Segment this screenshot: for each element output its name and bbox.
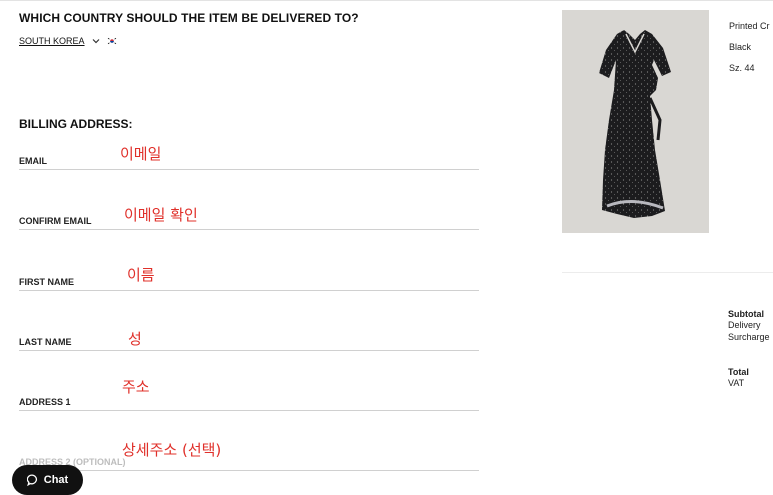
korea-flag-icon <box>106 37 117 45</box>
address1-annotation: 주소 <box>122 378 150 396</box>
vat-label: VAT <box>728 378 745 388</box>
country-selector[interactable]: SOUTH KOREA <box>19 36 117 46</box>
chat-button[interactable]: Chat <box>12 465 83 495</box>
dress-icon <box>599 30 671 218</box>
product-size: Sz. 44 <box>729 63 755 73</box>
chat-label: Chat <box>43 474 69 486</box>
product-color: Black <box>729 42 752 52</box>
confirm-email-annotation: 이메일 확인 <box>124 206 198 224</box>
address2-field[interactable]: ADDRESS 2 (OPTIONAL) <box>19 438 479 471</box>
total-label: Total <box>728 367 749 377</box>
address1-field[interactable]: ADDRESS 1 <box>19 378 479 411</box>
product-name: Printed Cr <box>729 21 770 31</box>
subtotal-label: Subtotal <box>728 309 764 319</box>
country-question: WHICH COUNTRY SHOULD THE ITEM BE DELIVER… <box>19 11 359 25</box>
last-name-field[interactable]: LAST NAME <box>19 318 479 351</box>
surcharge-label: Surcharge <box>728 332 770 342</box>
delivery-label: Delivery <box>728 320 761 330</box>
chat-bubble-icon <box>26 474 37 486</box>
confirm-email-field[interactable]: CONFIRM EMAIL <box>19 197 479 230</box>
top-divider <box>0 0 773 1</box>
country-name[interactable]: SOUTH KOREA <box>19 36 85 46</box>
last-name-label: LAST NAME <box>19 337 72 347</box>
last-name-annotation: 성 <box>128 330 142 348</box>
product-image[interactable] <box>562 10 709 233</box>
first-name-field[interactable]: FIRST NAME <box>19 258 479 291</box>
billing-heading: BILLING ADDRESS: <box>19 117 133 131</box>
address1-label: ADDRESS 1 <box>19 397 71 407</box>
chevron-down-icon[interactable] <box>91 36 101 46</box>
confirm-email-label: CONFIRM EMAIL <box>19 216 92 226</box>
first-name-label: FIRST NAME <box>19 277 74 287</box>
summary-divider <box>562 272 773 273</box>
email-annotation: 이메일 <box>120 145 162 163</box>
first-name-annotation: 이름 <box>127 266 155 284</box>
address2-annotation: 상세주소 (선택) <box>122 441 222 459</box>
email-field[interactable]: EMAIL <box>19 137 479 170</box>
email-label: EMAIL <box>19 156 47 166</box>
